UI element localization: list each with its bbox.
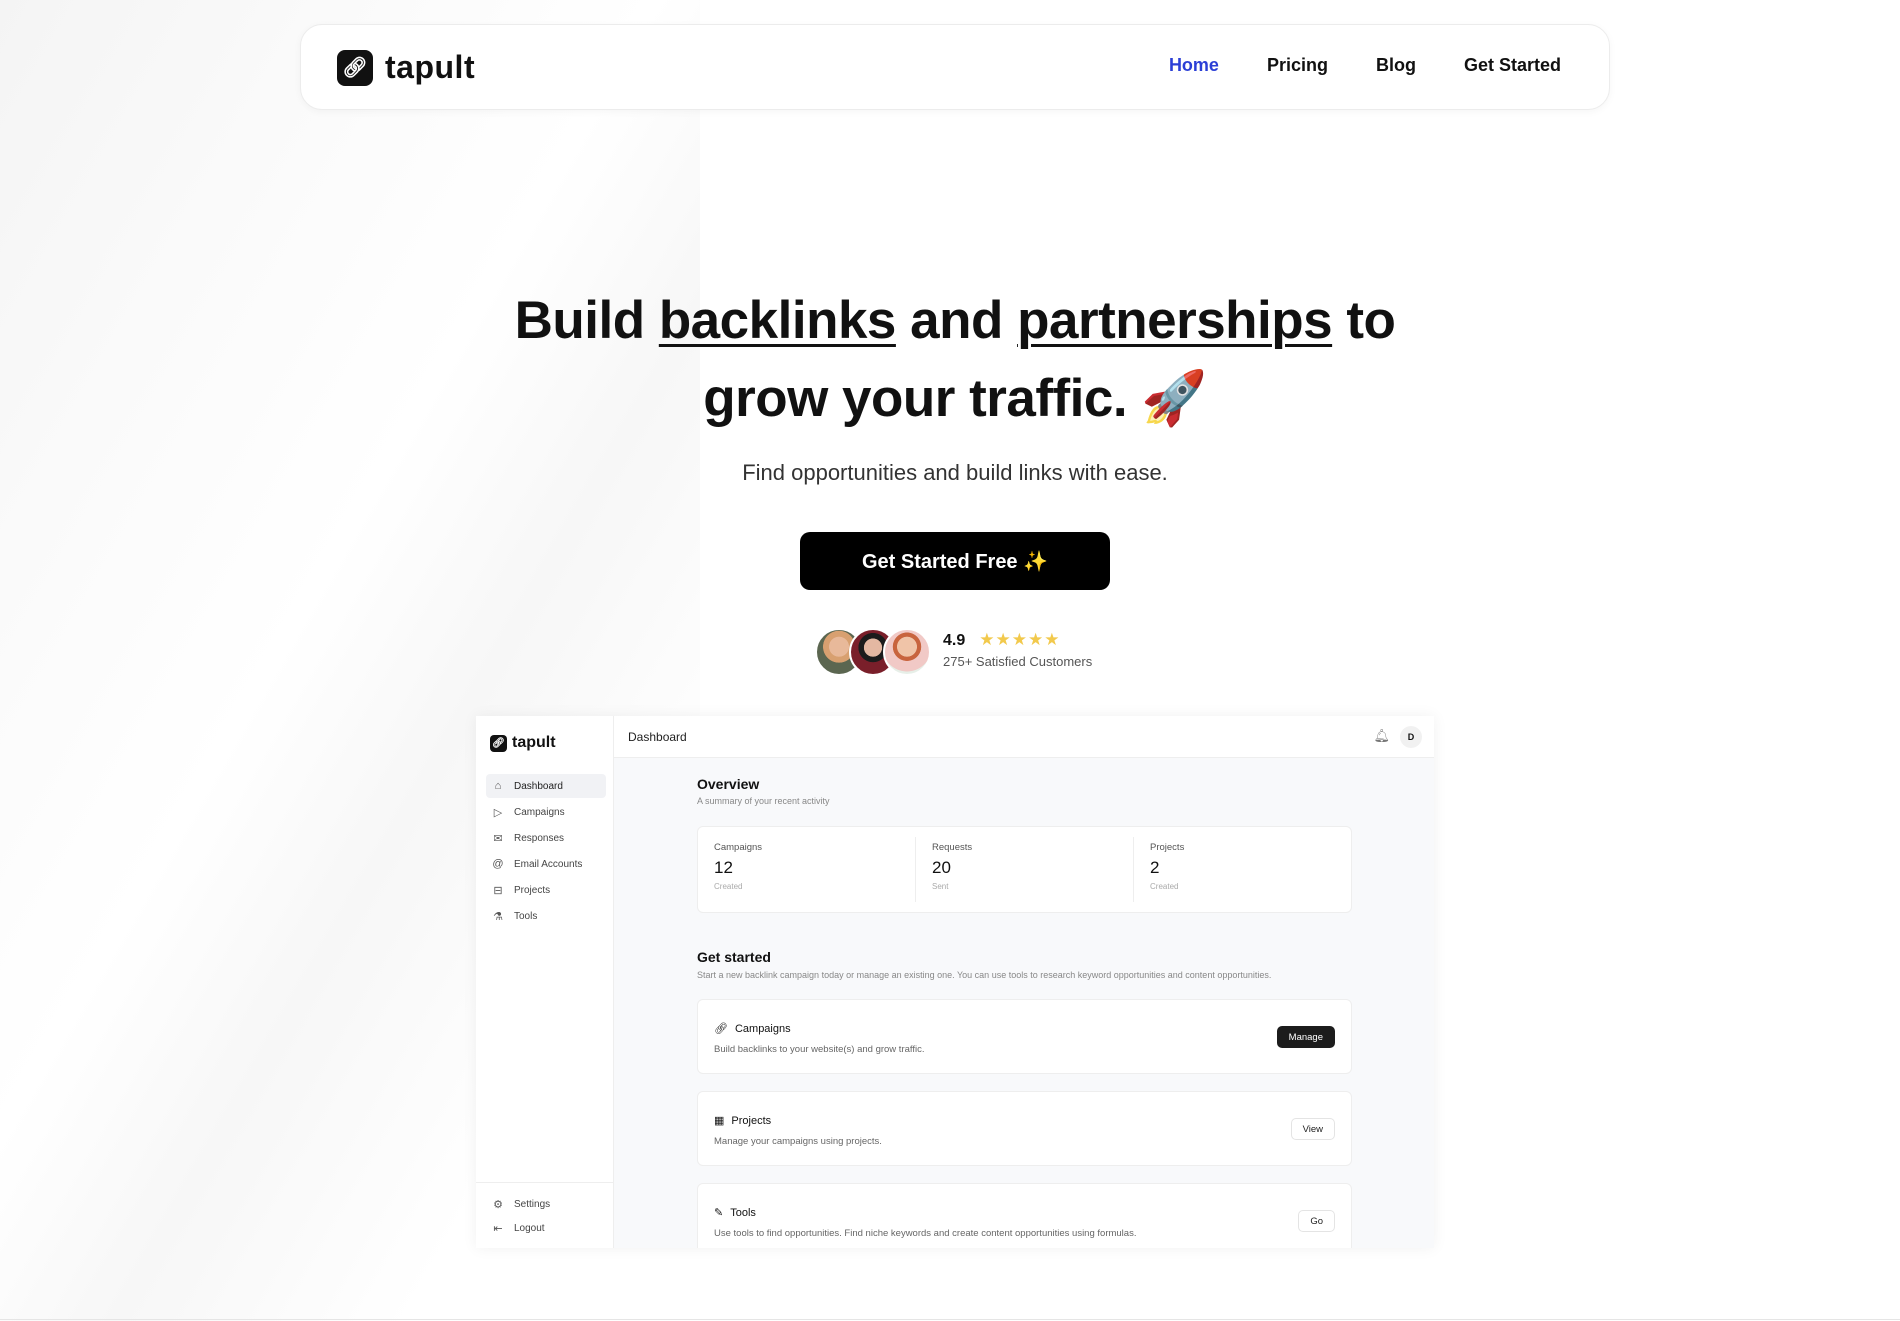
brand-logo[interactable]: 🔗︎ tapult: [337, 49, 475, 86]
header-title: Dashboard: [628, 730, 687, 744]
overview-title: Overview: [697, 776, 760, 792]
sidebar: 🔗︎ tapult ⌂ Dashboard ▷ Campaigns ✉ Response…: [476, 716, 614, 1248]
nav-blog[interactable]: Blog: [1376, 55, 1416, 76]
projects-card: ▦ Projects Manage your campaigns using pr…: [697, 1091, 1352, 1166]
sidebar-item-label: Settings: [514, 1198, 551, 1210]
sidebar-item-label: Responses: [514, 832, 565, 844]
sidebar-item-projects[interactable]: ⊟ Projects: [486, 878, 606, 902]
nav-pricing[interactable]: Pricing: [1267, 55, 1328, 76]
brand-name: tapult: [512, 734, 556, 751]
headline-partnerships: partnerships: [1017, 291, 1333, 350]
sidebar-item-dashboard[interactable]: ⌂ Dashboard: [486, 774, 606, 798]
sidebar-item-label: Tools: [514, 910, 538, 922]
stat-sub: Sent: [932, 882, 949, 891]
dashboard-preview: 🔗︎ tapult ⌂ Dashboard ▷ Campaigns ✉ Response…: [476, 716, 1434, 1248]
nav-home[interactable]: Home: [1169, 55, 1219, 76]
stat-label: Requests: [932, 842, 973, 853]
sidebar-item-settings[interactable]: ⚙ Settings: [486, 1192, 606, 1216]
top-navbar: 🔗︎ tapult Home Pricing Blog Get Started: [300, 24, 1610, 110]
bell-icon[interactable]: 🔔︎: [1373, 728, 1390, 744]
stat-requests: Requests 20 Sent: [916, 837, 1134, 902]
grid-icon: ▦: [714, 1115, 725, 1127]
logout-icon: ⇤: [493, 1222, 503, 1235]
sidebar-item-label: Projects: [514, 884, 551, 896]
card-title: Tools: [730, 1206, 756, 1219]
card-description: Manage your campaigns using projects.: [714, 1136, 882, 1147]
customer-avatars: [815, 628, 931, 676]
stat-value: 20: [932, 858, 951, 877]
nav-get-started[interactable]: Get Started: [1464, 55, 1561, 76]
stat-value: 2: [1150, 858, 1160, 877]
stat-campaigns: Campaigns 12 Created: [698, 837, 916, 902]
sidebar-item-label: Campaigns: [514, 806, 565, 818]
sidebar-divider: [476, 1182, 614, 1183]
headline-text: to: [1332, 291, 1396, 350]
get-started-title: Get started: [697, 949, 771, 965]
customers-count: 275+ Satisfied Customers: [943, 654, 1093, 669]
view-button[interactable]: View: [1290, 1118, 1335, 1140]
headline-text: Build: [514, 291, 659, 350]
user-avatar[interactable]: D: [1400, 726, 1422, 748]
stat-sub: Created: [1150, 882, 1179, 891]
link-logo-icon: 🔗︎: [490, 734, 507, 752]
headline-backlinks: backlinks: [658, 291, 897, 350]
sidebar-item-label: Email Accounts: [514, 858, 583, 870]
link-icon: 🔗︎: [714, 1023, 728, 1035]
stat-sub: Created: [714, 882, 743, 891]
sidebar-item-tools[interactable]: ⚗ Tools: [486, 904, 606, 928]
go-button[interactable]: Go: [1298, 1210, 1335, 1232]
hero-subtitle: Find opportunities and build links with …: [742, 460, 1168, 485]
get-started-free-button[interactable]: Get Started Free ✨: [800, 532, 1110, 590]
sidebar-item-logout[interactable]: ⇤ Logout: [486, 1216, 606, 1240]
manage-button[interactable]: Manage: [1276, 1026, 1335, 1048]
sidebar-item-label: Dashboard: [514, 780, 563, 792]
flask-icon: ⚗: [493, 910, 503, 923]
dashboard-header: Dashboard 🔔︎ D: [614, 716, 1434, 758]
headline-line2: grow your traffic. 🚀: [703, 369, 1207, 428]
page-divider: [0, 1319, 1900, 1320]
sidebar-item-label: Logout: [514, 1222, 545, 1234]
tools-card: ✎ Tools Use tools to find opportunities. …: [697, 1183, 1352, 1248]
mail-icon: ✉: [493, 832, 503, 845]
rating-value: 4.9: [943, 632, 966, 649]
sidebar-item-email-accounts[interactable]: @ Email Accounts: [486, 852, 606, 876]
briefcase-icon: ⊟: [493, 884, 503, 897]
link-logo-icon: 🔗︎: [337, 49, 373, 86]
magic-wand-icon: ✎: [714, 1207, 724, 1219]
campaigns-card: 🔗︎ Campaigns Build backlinks to your webs…: [697, 999, 1352, 1074]
stats-card: Campaigns 12 Created Requests 20 Sent Projec…: [697, 826, 1352, 913]
home-icon: ⌂: [494, 780, 502, 792]
card-title: Projects: [731, 1114, 772, 1127]
gear-icon: ⚙: [493, 1198, 503, 1211]
hero-headline: Build backlinks and partnerships to grow …: [0, 282, 1900, 438]
get-started-subtitle: Start a new backlink campaign today or m…: [697, 970, 1272, 980]
card-description: Use tools to find opportunities. Find ni…: [714, 1228, 1137, 1239]
rating: 4.9 ★★★★★ 275+ Satisfied Customers: [943, 630, 1092, 669]
stat-label: Campaigns: [714, 842, 763, 853]
avatar: [883, 628, 931, 676]
stat-projects: Projects 2 Created: [1134, 837, 1351, 902]
stat-label: Projects: [1150, 842, 1185, 853]
star-icons: ★★★★★: [979, 630, 1061, 649]
card-title: Campaigns: [734, 1022, 791, 1035]
at-icon: @: [492, 858, 504, 870]
stat-value: 12: [714, 858, 733, 877]
sidebar-logo: 🔗︎ tapult: [490, 734, 556, 752]
send-icon: ▷: [493, 806, 503, 819]
overview-subtitle: A summary of your recent activity: [697, 796, 830, 806]
sidebar-item-campaigns[interactable]: ▷ Campaigns: [486, 800, 606, 824]
brand-name: tapult: [385, 49, 476, 85]
sidebar-item-responses[interactable]: ✉ Responses: [486, 826, 606, 850]
headline-text: and: [895, 291, 1018, 350]
card-description: Build backlinks to your website(s) and g…: [714, 1044, 925, 1055]
